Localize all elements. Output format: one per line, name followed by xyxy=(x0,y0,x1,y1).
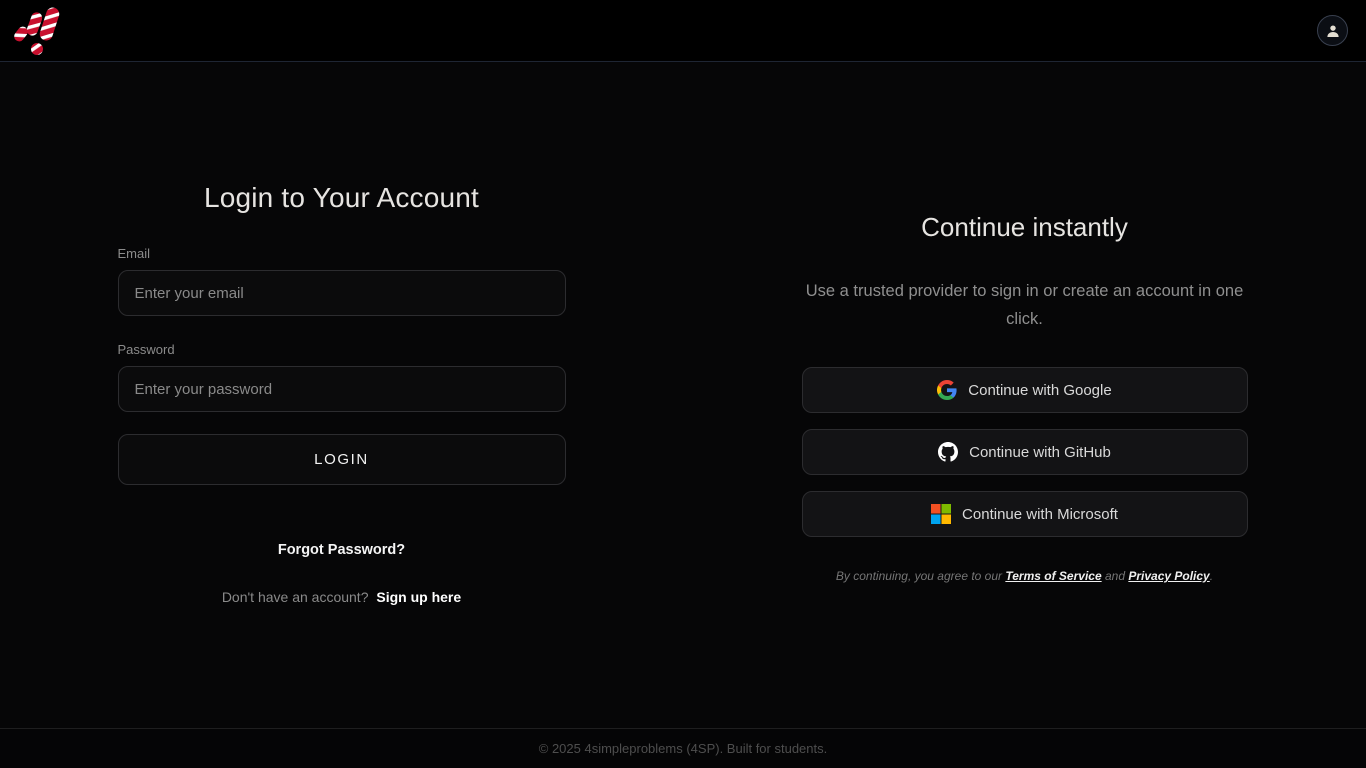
copyright-text: © 2025 4simpleproblems (4SP). Built for … xyxy=(539,741,828,756)
login-title: Login to Your Account xyxy=(118,182,566,214)
legal-agreement-text: By continuing, you agree to our Terms of… xyxy=(836,569,1213,583)
legal-middle: and xyxy=(1102,569,1129,583)
signup-prompt-text: Don't have an account? xyxy=(222,589,369,605)
password-field-group: Password xyxy=(118,342,566,412)
login-page-content: Login to Your Account Email Password LOG… xyxy=(0,62,1366,728)
provider-description: Use a trusted provider to sign in or cre… xyxy=(802,277,1248,333)
4sp-logo-icon xyxy=(12,7,60,55)
github-button-label: Continue with GitHub xyxy=(969,444,1111,461)
login-button[interactable]: LOGIN xyxy=(118,434,566,485)
legal-suffix: . xyxy=(1210,569,1213,583)
credentials-login-section: Login to Your Account Email Password LOG… xyxy=(0,62,683,728)
continue-instantly-title: Continue instantly xyxy=(921,212,1128,243)
forgot-password-link[interactable]: Forgot Password? xyxy=(278,542,405,558)
provider-login-section: Continue instantly Use a trusted provide… xyxy=(683,62,1366,728)
account-avatar-button[interactable] xyxy=(1317,15,1348,46)
password-input[interactable] xyxy=(118,366,566,412)
microsoft-icon xyxy=(931,504,951,524)
signup-prompt-line: Don't have an account? Sign up here xyxy=(118,589,566,605)
terms-of-service-link[interactable]: Terms of Service xyxy=(1005,569,1101,583)
email-field-group: Email xyxy=(118,246,566,316)
logo-link[interactable] xyxy=(12,7,60,55)
password-label: Password xyxy=(118,342,566,357)
github-icon xyxy=(938,442,958,462)
continue-with-google-button[interactable]: Continue with Google xyxy=(802,367,1248,413)
signup-link[interactable]: Sign up here xyxy=(376,589,461,605)
continue-with-microsoft-button[interactable]: Continue with Microsoft xyxy=(802,491,1248,537)
page-footer: © 2025 4simpleproblems (4SP). Built for … xyxy=(0,728,1366,768)
google-icon xyxy=(937,380,957,400)
email-label: Email xyxy=(118,246,566,261)
legal-prefix: By continuing, you agree to our xyxy=(836,569,1005,583)
email-input[interactable] xyxy=(118,270,566,316)
user-avatar-icon xyxy=(1324,22,1342,40)
top-navigation-bar xyxy=(0,0,1366,62)
continue-with-github-button[interactable]: Continue with GitHub xyxy=(802,429,1248,475)
privacy-policy-link[interactable]: Privacy Policy xyxy=(1128,569,1209,583)
microsoft-button-label: Continue with Microsoft xyxy=(962,506,1118,523)
google-button-label: Continue with Google xyxy=(968,382,1111,399)
